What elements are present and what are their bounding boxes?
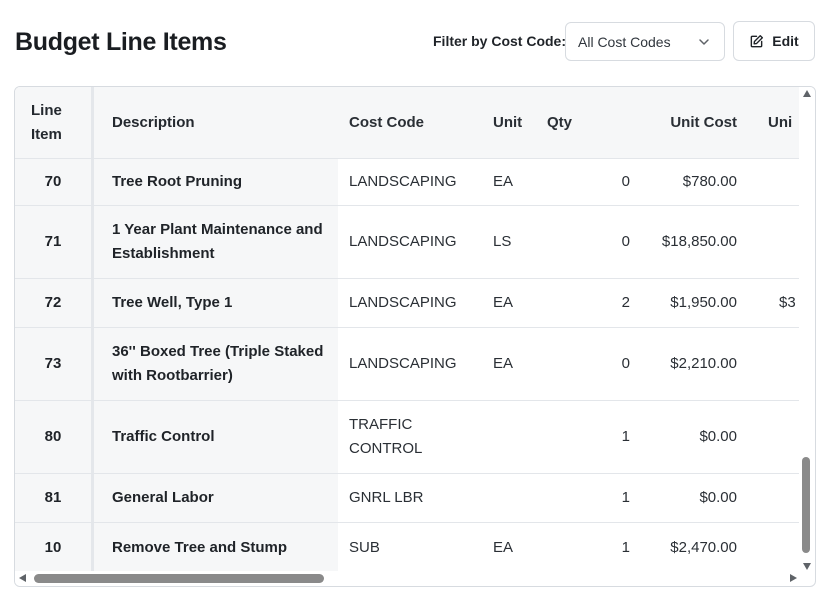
cell-cost-code: LANDSCAPING [349, 233, 457, 250]
cell-unit-cost: $0.00 [699, 428, 737, 445]
edit-button-label: Edit [772, 33, 799, 49]
table-row[interactable]: 71 1 Year Plant Maintenance and Establis… [15, 205, 800, 278]
cell-line-item: 71 [15, 206, 91, 278]
cell-description: 1 Year Plant Maintenance and Establishme… [94, 206, 338, 278]
cell-qty: 1 [621, 539, 630, 556]
cell-description: Remove Tree and Stump [94, 523, 338, 573]
cell-unit-total [754, 159, 800, 205]
cell-description: Tree Well, Type 1 [94, 279, 338, 327]
cell-line-item: 80 [15, 401, 91, 473]
cell-qty: 0 [621, 233, 630, 250]
page-title: Budget Line Items [15, 28, 227, 56]
cell-description: Traffic Control [94, 401, 338, 473]
cell-unit-cost: $780.00 [682, 173, 737, 190]
col-header-unit-total[interactable]: Uni [754, 87, 800, 158]
cell-unit-cost: $1,950.00 [670, 294, 737, 311]
table-row[interactable]: 80 Traffic Control TRAFFIC CONTROL 1 $0.… [15, 400, 800, 473]
cell-description: Tree Root Pruning [94, 159, 338, 205]
cell-unit-cost: $18,850.00 [661, 233, 737, 250]
cell-unit-total [754, 401, 800, 473]
cell-unit-cost: $0.00 [699, 489, 737, 506]
cell-unit: LS [493, 233, 512, 250]
col-header-unit-cost[interactable]: Unit Cost [630, 87, 754, 158]
cell-qty: 0 [621, 355, 630, 372]
col-header-qty[interactable]: Qty [545, 87, 630, 158]
cell-unit: EA [493, 173, 514, 190]
scroll-up-arrow-icon[interactable] [803, 90, 811, 97]
vertical-scroll-thumb[interactable] [802, 457, 810, 553]
cell-unit-cost: $2,470.00 [670, 539, 737, 556]
cell-cost-code: SUB [349, 539, 380, 556]
cell-description: General Labor [94, 474, 338, 522]
table-header-row: Line Item Description Cost Code Unit Qty… [15, 87, 800, 158]
cell-unit [483, 474, 545, 522]
edit-icon [750, 34, 764, 47]
cell-unit-total: $3 [779, 294, 796, 311]
edit-button[interactable]: Edit [733, 21, 815, 61]
cell-qty: 1 [621, 489, 630, 506]
col-header-cost-code[interactable]: Cost Code [338, 87, 483, 158]
cell-line-item: 70 [15, 159, 91, 205]
table-row[interactable]: 70 Tree Root Pruning LANDSCAPING EA 0 $7… [15, 158, 800, 205]
table-row[interactable]: 73 36'' Boxed Tree (Triple Staked with R… [15, 327, 800, 400]
cell-description: 36'' Boxed Tree (Triple Staked with Root… [94, 328, 338, 400]
cell-cost-code: TRAFFIC CONTROL [349, 416, 423, 457]
scroll-left-arrow-icon[interactable] [19, 574, 26, 582]
cell-qty: 2 [621, 294, 630, 311]
cell-unit: EA [493, 539, 514, 556]
cost-code-filter-value: All Cost Codes [578, 33, 671, 50]
cell-unit-total [754, 206, 800, 278]
cell-line-item: 81 [15, 474, 91, 522]
table-row[interactable]: 10 Remove Tree and Stump SUB EA 1 $2,470… [15, 522, 800, 573]
vertical-scrollbar[interactable] [799, 87, 815, 573]
horizontal-scroll-thumb[interactable] [34, 574, 324, 583]
filter-label: Filter by Cost Code: [433, 33, 567, 49]
cell-unit-total [754, 523, 800, 573]
chevron-down-icon [699, 39, 709, 45]
col-header-line-item[interactable]: Line Item [15, 87, 91, 158]
cell-unit [483, 401, 545, 473]
cell-line-item: 10 [15, 523, 91, 573]
cell-cost-code: LANDSCAPING [349, 294, 457, 311]
cell-unit-total [754, 328, 800, 400]
scroll-down-arrow-icon[interactable] [803, 563, 811, 570]
cell-line-item: 72 [15, 279, 91, 327]
scroll-right-arrow-icon[interactable] [790, 574, 797, 582]
cell-unit-cost: $2,210.00 [670, 355, 737, 372]
cell-cost-code: LANDSCAPING [349, 173, 457, 190]
cell-qty: 0 [621, 173, 630, 190]
cell-unit: EA [493, 355, 514, 372]
horizontal-scrollbar[interactable] [15, 571, 801, 586]
cell-line-item: 73 [15, 328, 91, 400]
cell-unit: EA [493, 294, 514, 311]
table-row[interactable]: 81 General Labor GNRL LBR 1 $0.00 [15, 473, 800, 522]
cell-cost-code: GNRL LBR [349, 489, 424, 506]
budget-table: Line Item Description Cost Code Unit Qty… [14, 86, 816, 587]
col-header-description[interactable]: Description [94, 87, 338, 158]
cell-cost-code: LANDSCAPING [349, 355, 457, 372]
table-viewport: Line Item Description Cost Code Unit Qty… [15, 87, 800, 573]
table-row[interactable]: 72 Tree Well, Type 1 LANDSCAPING EA 2 $1… [15, 278, 800, 327]
cost-code-filter-select[interactable]: All Cost Codes [565, 22, 725, 61]
cell-qty: 1 [621, 428, 630, 445]
col-header-unit[interactable]: Unit [483, 87, 545, 158]
cell-unit-total [754, 474, 800, 522]
